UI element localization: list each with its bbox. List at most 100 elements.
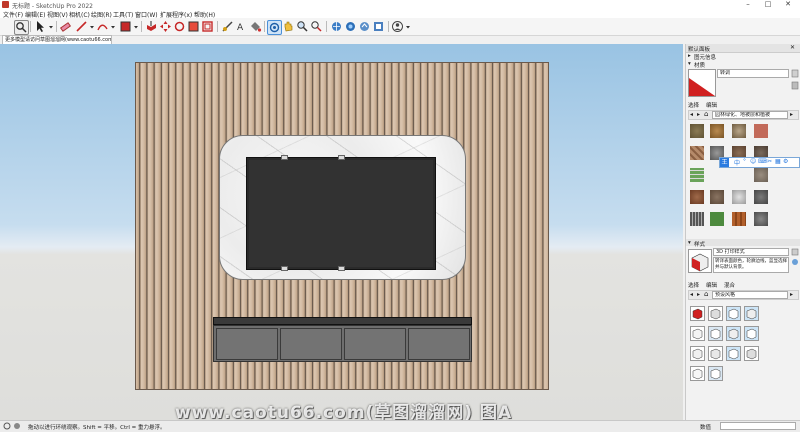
zoom-icon[interactable] — [296, 20, 309, 33]
shape-icon[interactable] — [119, 20, 132, 33]
style-name-field[interactable]: 3D 打印样式 — [713, 248, 789, 256]
style-thumbnail[interactable] — [726, 306, 741, 321]
details-arrow-icon[interactable]: ▸ — [790, 291, 793, 298]
tape-measure-icon[interactable] — [221, 20, 234, 33]
layout-icon[interactable] — [372, 20, 385, 33]
extension-warehouse-icon[interactable] — [344, 20, 357, 33]
dropdown-icon[interactable] — [110, 20, 116, 33]
style-thumbnail[interactable] — [690, 346, 705, 361]
maximize-icon[interactable]: □ — [758, 0, 778, 9]
collapse-arrow-icon[interactable]: ▾ — [688, 240, 691, 246]
tab-mix[interactable]: 混合 — [724, 281, 735, 289]
ime-skin-icon[interactable]: ▦ — [775, 158, 781, 165]
material-swatch[interactable] — [690, 146, 704, 160]
material-swatch[interactable] — [710, 212, 724, 226]
offset-icon[interactable] — [201, 20, 214, 33]
material-library-select[interactable]: 园林绿化、地被层和植被 — [712, 111, 788, 119]
tab-select[interactable]: 选择 — [688, 101, 699, 109]
ime-keyboard-icon[interactable]: ⌨ — [758, 158, 767, 165]
rotate-icon[interactable] — [173, 20, 186, 33]
ime-logo-icon[interactable]: 王 — [720, 158, 729, 167]
create-material-icon[interactable] — [791, 69, 799, 78]
home-icon[interactable]: ⌂ — [704, 290, 708, 298]
model-viewport[interactable] — [0, 44, 683, 420]
material-swatch[interactable] — [732, 212, 746, 226]
dropdown-icon[interactable] — [133, 20, 139, 33]
ime-more-icon[interactable]: ⚙ — [783, 158, 788, 165]
update-style-icon[interactable] — [791, 258, 799, 266]
home-icon[interactable]: ⌂ — [704, 110, 708, 118]
section-styles[interactable]: 样式 — [694, 240, 705, 248]
line-pencil-icon[interactable] — [75, 20, 88, 33]
dropdown-icon[interactable] — [405, 20, 411, 33]
arc-icon[interactable] — [96, 20, 109, 33]
style-thumbnail[interactable] — [744, 326, 759, 341]
create-style-icon[interactable] — [791, 248, 799, 256]
details-arrow-icon[interactable]: ▸ — [790, 111, 793, 118]
dropdown-icon[interactable] — [48, 20, 54, 33]
material-swatch[interactable] — [690, 212, 704, 226]
style-thumbnail[interactable] — [744, 346, 759, 361]
style-thumbnail[interactable] — [708, 306, 723, 321]
push-pull-icon[interactable] — [145, 20, 158, 33]
material-swatch[interactable] — [732, 124, 746, 138]
style-thumbnail[interactable] — [690, 326, 705, 341]
pan-hand-icon[interactable] — [282, 20, 295, 33]
material-swatch[interactable] — [754, 168, 768, 182]
style-library-select[interactable]: 预设风格 — [712, 291, 788, 299]
style-thumbnail[interactable] — [708, 346, 723, 361]
tray-pin-icon[interactable]: ✕ — [790, 44, 795, 51]
back-arrow-icon[interactable]: ◂ — [690, 291, 693, 298]
section-entity-info[interactable]: 图元信息 — [694, 53, 716, 61]
material-swatch[interactable] — [690, 168, 704, 182]
dropdown-icon[interactable] — [89, 20, 95, 33]
select-arrow-icon[interactable] — [34, 20, 47, 33]
scale-icon[interactable] — [187, 20, 200, 33]
ime-punctuation-icon[interactable]: ° — [743, 158, 746, 165]
ime-chinese-icon[interactable]: 中 — [734, 158, 740, 167]
text-label-icon[interactable]: A — [235, 20, 248, 33]
material-swatch[interactable] — [690, 190, 704, 204]
eraser-icon[interactable] — [59, 20, 72, 33]
zoom-extents-icon[interactable] — [310, 20, 323, 33]
orbit-icon[interactable] — [267, 20, 282, 35]
style-thumbnail[interactable] — [726, 346, 741, 361]
ime-tool-icon[interactable]: ✂ — [767, 158, 772, 165]
material-swatch[interactable] — [754, 124, 768, 138]
collapse-arrow-icon[interactable]: ▸ — [688, 53, 691, 59]
forward-arrow-icon[interactable]: ▸ — [697, 111, 700, 118]
back-arrow-icon[interactable]: ◂ — [690, 111, 693, 118]
style-thumbnail[interactable] — [744, 306, 759, 321]
measurements-input[interactable] — [720, 422, 796, 430]
paint-bucket-icon[interactable] — [249, 20, 262, 33]
tab-edit[interactable]: 编辑 — [706, 281, 717, 289]
tab-edit[interactable]: 编辑 — [706, 101, 717, 109]
material-swatch[interactable] — [690, 124, 704, 138]
tray-title: 默认面板 — [688, 47, 711, 53]
forward-arrow-icon[interactable]: ▸ — [697, 291, 700, 298]
style-thumbnail[interactable] — [708, 326, 723, 341]
tab-select[interactable]: 选择 — [688, 281, 699, 289]
move-icon[interactable] — [159, 20, 172, 33]
style-thumbnail[interactable] — [690, 306, 705, 321]
ime-emoji-icon[interactable]: ☺ — [750, 158, 756, 165]
minimize-icon[interactable]: – — [738, 0, 758, 9]
share-model-icon[interactable] — [358, 20, 371, 33]
material-swatch[interactable] — [754, 212, 768, 226]
material-swatch[interactable] — [754, 190, 768, 204]
account-user-icon[interactable] — [391, 20, 404, 33]
style-thumbnail[interactable] — [690, 366, 705, 381]
material-name-field[interactable]: 转调 — [717, 69, 789, 78]
warehouse-icon[interactable] — [330, 20, 343, 33]
reset-material-icon[interactable] — [791, 81, 799, 90]
style-thumbnail[interactable] — [726, 326, 741, 341]
section-materials[interactable]: 材质 — [694, 61, 705, 69]
style-thumbnail[interactable] — [708, 366, 723, 381]
close-icon[interactable]: ✕ — [778, 0, 798, 9]
zoom-search-icon[interactable] — [14, 20, 29, 35]
style-description[interactable]: 转译表面颜色，轮廓边线，蓝显选择并与默认背景。 — [713, 257, 789, 273]
material-swatch[interactable] — [710, 124, 724, 138]
material-swatch[interactable] — [710, 190, 724, 204]
collapse-arrow-icon[interactable]: ▾ — [688, 61, 691, 67]
material-swatch[interactable] — [732, 190, 746, 204]
